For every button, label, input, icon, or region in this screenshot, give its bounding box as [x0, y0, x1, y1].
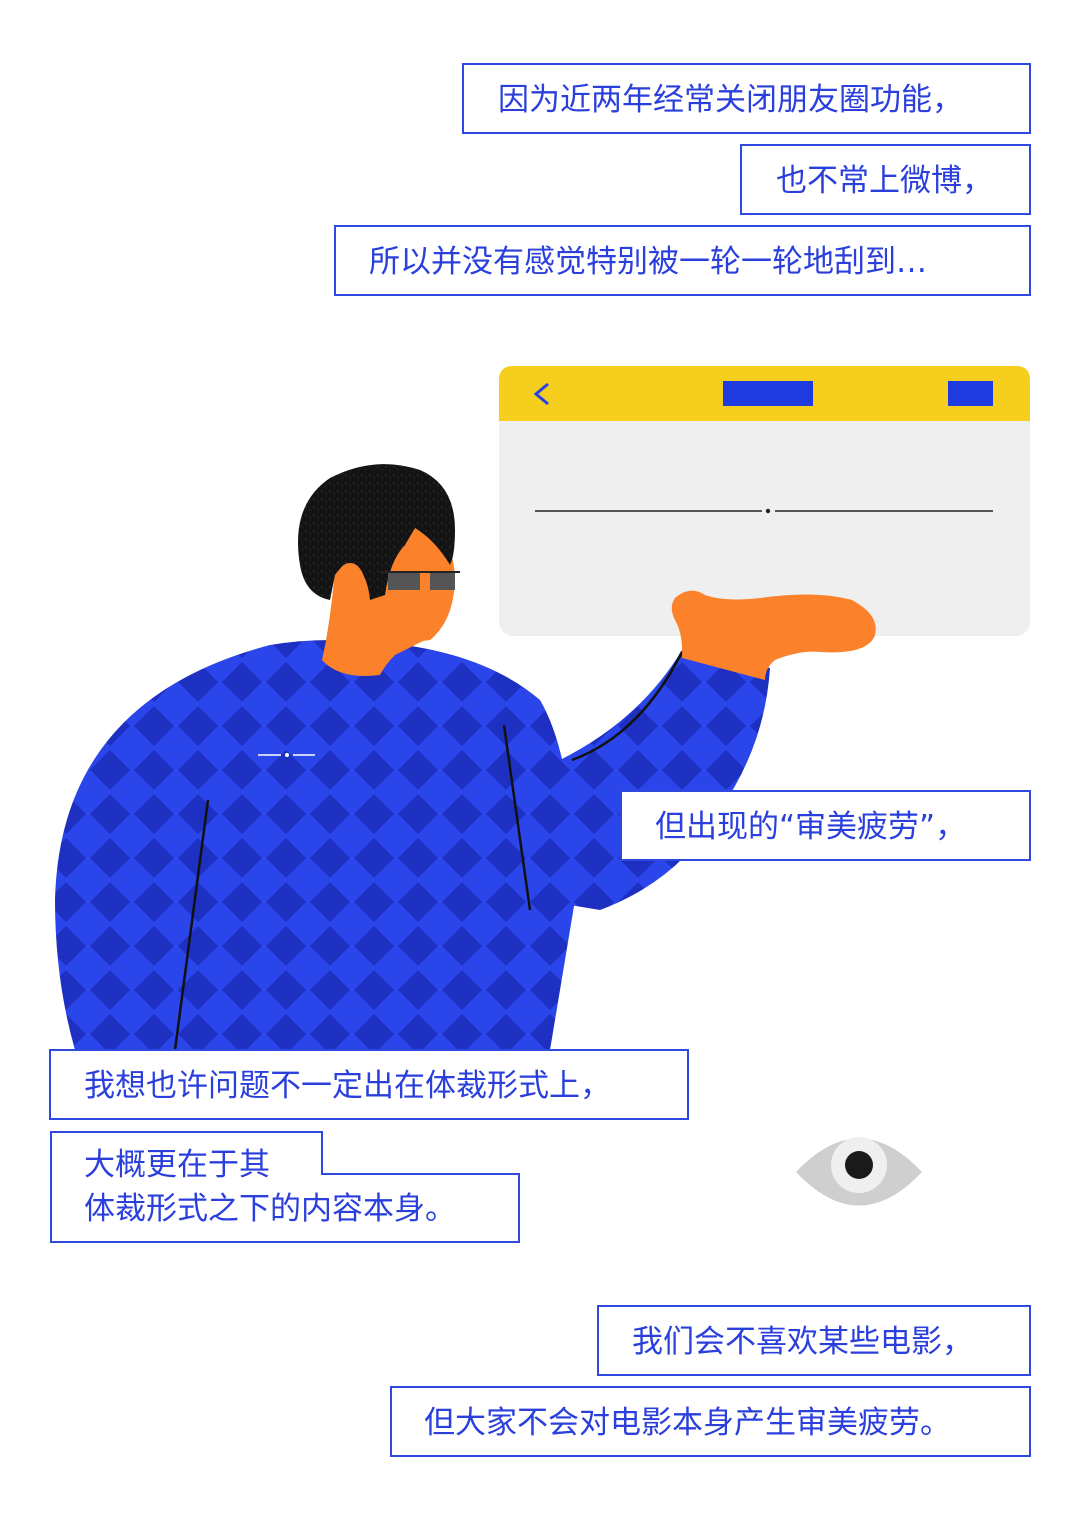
caption-text-2: 也不常上微博，: [776, 163, 993, 199]
caption-text-6-line1: 大概更在于其: [84, 1147, 270, 1183]
caption-text-8: 但大家不会对电影本身产生审美疲劳。: [424, 1405, 951, 1441]
caption-box-5: 我想也许问题不一定出在体裁形式上，: [49, 1049, 689, 1120]
window-title-bar-block: [723, 381, 813, 406]
caption-box-8: 但大家不会对电影本身产生审美疲劳。: [390, 1386, 1031, 1457]
sunglasses-icon: [380, 571, 460, 590]
caption-box-4: 但出现的“审美疲劳”，: [620, 790, 1031, 861]
caption-text-4: 但出现的“审美疲劳”，: [655, 809, 967, 845]
caption-text-1: 因为近两年经常关闭朋友圈功能，: [498, 82, 963, 118]
eye-icon: [796, 1137, 922, 1206]
caption-text-6-line2: 体裁形式之下的内容本身。: [84, 1191, 456, 1227]
caption-box-3: 所以并没有感觉特别被一轮一轮地刮到…: [334, 225, 1031, 296]
caption-text-3: 所以并没有感觉特别被一轮一轮地刮到…: [369, 244, 927, 280]
caption-box-7: 我们会不喜欢某些电影，: [597, 1305, 1031, 1376]
caption-box-2: 也不常上微博，: [740, 144, 1031, 215]
app-window: [499, 366, 1030, 636]
caption-text-7: 我们会不喜欢某些电影，: [632, 1324, 973, 1360]
caption-box-1: 因为近两年经常关闭朋友圈功能，: [462, 63, 1031, 134]
window-action-block[interactable]: [948, 381, 993, 406]
caption-text-5: 我想也许问题不一定出在体裁形式上，: [84, 1068, 611, 1104]
